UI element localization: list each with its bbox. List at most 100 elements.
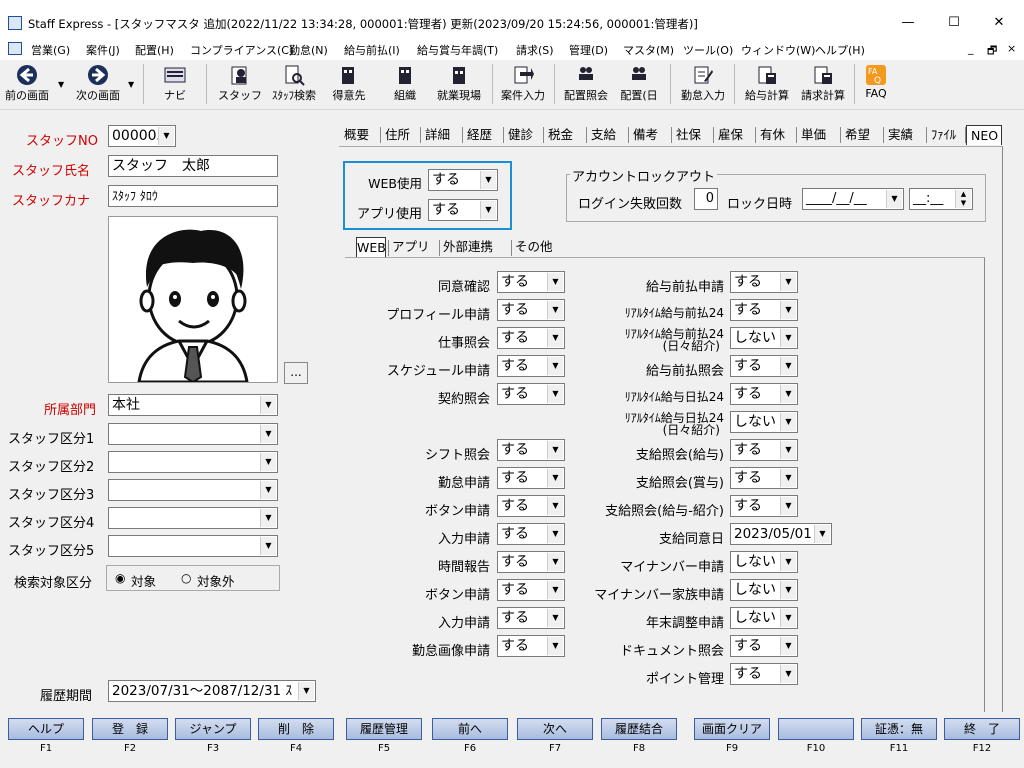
setting-select[interactable]: する ▼	[497, 271, 565, 293]
radio-off-icon[interactable]: ○	[181, 571, 191, 585]
setting-select[interactable]: しない ▼	[730, 579, 798, 601]
setting-select[interactable]: 2023/05/01 ▼	[730, 523, 832, 545]
tab-8[interactable]: 備考	[629, 125, 672, 145]
setting-select[interactable]: する ▼	[730, 467, 798, 489]
fkey-button-f10[interactable]	[778, 718, 854, 740]
menu-help[interactable]: ヘルプ(H)	[815, 42, 865, 58]
setting-select[interactable]: する ▼	[497, 327, 565, 349]
setting-select[interactable]: する ▼	[730, 271, 798, 293]
menu-assign[interactable]: 配置(H)	[135, 42, 174, 58]
kubun1-select[interactable]: ▼	[108, 423, 278, 445]
fkey-button-f1[interactable]: ヘルプ	[8, 718, 84, 740]
organization-button[interactable]: 組織	[384, 62, 426, 108]
tab-5[interactable]: 健診	[504, 125, 544, 145]
menu-billing[interactable]: 請求(S)	[516, 42, 554, 58]
fkey-button-f2[interactable]: 登 録	[92, 718, 168, 740]
tab-7[interactable]: 支給	[587, 125, 629, 145]
fkey-button-f11[interactable]: 証憑：無	[861, 718, 937, 740]
staff-button[interactable]: スタッフ	[216, 62, 264, 108]
mdi-restore-button[interactable]: 🗗	[987, 42, 997, 61]
staff-no-select[interactable]: 000005 ▼	[108, 125, 176, 147]
tab-10[interactable]: 雇保	[714, 125, 756, 145]
staff-name-input[interactable]: スタッフ 太郎	[108, 155, 278, 177]
staff-search-button[interactable]: ｽﾀｯﾌ検索	[268, 62, 320, 108]
kubun4-select[interactable]: ▼	[108, 507, 278, 529]
menu-tools[interactable]: ツール(O)	[683, 42, 733, 58]
kubun3-select[interactable]: ▼	[108, 479, 278, 501]
menu-attendance[interactable]: 勤怠(N)	[289, 42, 328, 58]
close-button[interactable]: ✕	[981, 13, 1017, 33]
spinner-icon[interactable]: ▲ ▼	[955, 190, 971, 208]
menu-payroll[interactable]: 給与賞与年調(T)	[417, 42, 498, 58]
setting-select[interactable]: する ▼	[497, 551, 565, 573]
menu-master[interactable]: マスタ(M)	[623, 42, 674, 58]
subtab-4[interactable]: その他	[515, 237, 567, 257]
setting-select[interactable]: する ▼	[730, 495, 798, 517]
setting-select[interactable]: する ▼	[497, 523, 565, 545]
staff-kana-input[interactable]: ｽﾀｯﾌ ﾀﾛｳ	[108, 185, 278, 207]
setting-select[interactable]: する ▼	[730, 355, 798, 377]
setting-select[interactable]: しない ▼	[730, 327, 798, 349]
tab-11[interactable]: 有休	[756, 125, 797, 145]
mdi-close-button[interactable]: ×	[1007, 42, 1016, 55]
fkey-button-f3[interactable]: ジャンプ	[175, 718, 251, 740]
menu-admin[interactable]: 管理(D)	[569, 42, 608, 58]
attendance-entry-button[interactable]: 勤怠入力	[676, 62, 730, 108]
payroll-calc-button[interactable]: 給与計算	[740, 62, 794, 108]
fkey-button-f6[interactable]: 前へ	[432, 718, 508, 740]
subtab-2[interactable]: アプリ	[392, 237, 436, 257]
setting-select[interactable]: しない ▼	[730, 551, 798, 573]
menu-prepay[interactable]: 給与前払(I)	[344, 42, 400, 58]
fkey-button-f12[interactable]: 終 了	[944, 718, 1020, 740]
setting-select[interactable]: する ▼	[730, 635, 798, 657]
setting-select[interactable]: する ▼	[497, 383, 565, 405]
radio-on-icon[interactable]: ◉	[115, 571, 125, 585]
setting-select[interactable]: する ▼	[497, 635, 565, 657]
setting-select[interactable]: する ▼	[730, 439, 798, 461]
setting-select[interactable]: する ▼	[497, 607, 565, 629]
project-entry-button[interactable]: 案件入力	[496, 62, 550, 108]
fkey-button-f9[interactable]: 画面クリア	[694, 718, 770, 740]
kubun5-select[interactable]: ▼	[108, 535, 278, 557]
maximize-button[interactable]: ☐	[936, 13, 972, 33]
setting-select[interactable]: しない ▼	[730, 607, 798, 629]
setting-select[interactable]: する ▼	[730, 299, 798, 321]
radio-nontarget-label[interactable]: 対象外	[197, 571, 235, 590]
fkey-button-f5[interactable]: 履歴管理	[346, 718, 422, 740]
setting-select[interactable]: する ▼	[497, 355, 565, 377]
assign-day-button[interactable]: 配置(日	[616, 62, 662, 108]
photo-browse-button[interactable]: ...	[284, 362, 308, 384]
tab-3[interactable]: 詳細	[421, 125, 463, 145]
radio-target-label[interactable]: 対象	[131, 571, 156, 590]
tab-13[interactable]: 希望	[841, 125, 884, 145]
dept-select[interactable]: 本社 ▼	[108, 394, 278, 416]
fkey-button-f4[interactable]: 削 除	[258, 718, 334, 740]
menu-compliance[interactable]: コンプライアンス(C)	[190, 42, 293, 58]
kubun2-select[interactable]: ▼	[108, 451, 278, 473]
subtab-1[interactable]: WEB	[356, 237, 386, 257]
menu-project[interactable]: 案件(J)	[86, 42, 120, 58]
setting-select[interactable]: する ▼	[497, 439, 565, 461]
history-period-select[interactable]: 2023/07/31～2087/12/31 ｽ ▼	[108, 680, 316, 702]
forward-button[interactable]: 次の画面	[70, 62, 126, 108]
faq-button[interactable]: FA Q FAQ	[858, 62, 894, 108]
setting-select[interactable]: する ▼	[730, 663, 798, 685]
assign-inquiry-button[interactable]: 配置照会	[558, 62, 614, 108]
setting-select[interactable]: する ▼	[730, 383, 798, 405]
back-button[interactable]: 前の画面	[2, 62, 52, 108]
setting-select[interactable]: する ▼	[497, 579, 565, 601]
fkey-button-f7[interactable]: 次へ	[517, 718, 593, 740]
navi-button[interactable]: ナビ	[152, 62, 198, 108]
tab-2[interactable]: 住所	[381, 125, 421, 145]
tab-12[interactable]: 単価	[797, 125, 841, 145]
mdi-minimize-button[interactable]: _	[968, 42, 974, 55]
forward-dropdown-icon[interactable]: ▼	[128, 80, 134, 89]
tab-15[interactable]: ﾌｧｲﾙ	[927, 125, 966, 145]
worksite-button[interactable]: 就業現場	[432, 62, 486, 108]
setting-select[interactable]: しない ▼	[730, 411, 798, 433]
setting-select[interactable]: する ▼	[497, 467, 565, 489]
fkey-button-f8[interactable]: 履歴結合	[601, 718, 677, 740]
menu-sales[interactable]: 営業(G)	[31, 42, 70, 58]
app-use-select[interactable]: する ▼	[428, 199, 498, 221]
back-dropdown-icon[interactable]: ▼	[58, 80, 64, 89]
